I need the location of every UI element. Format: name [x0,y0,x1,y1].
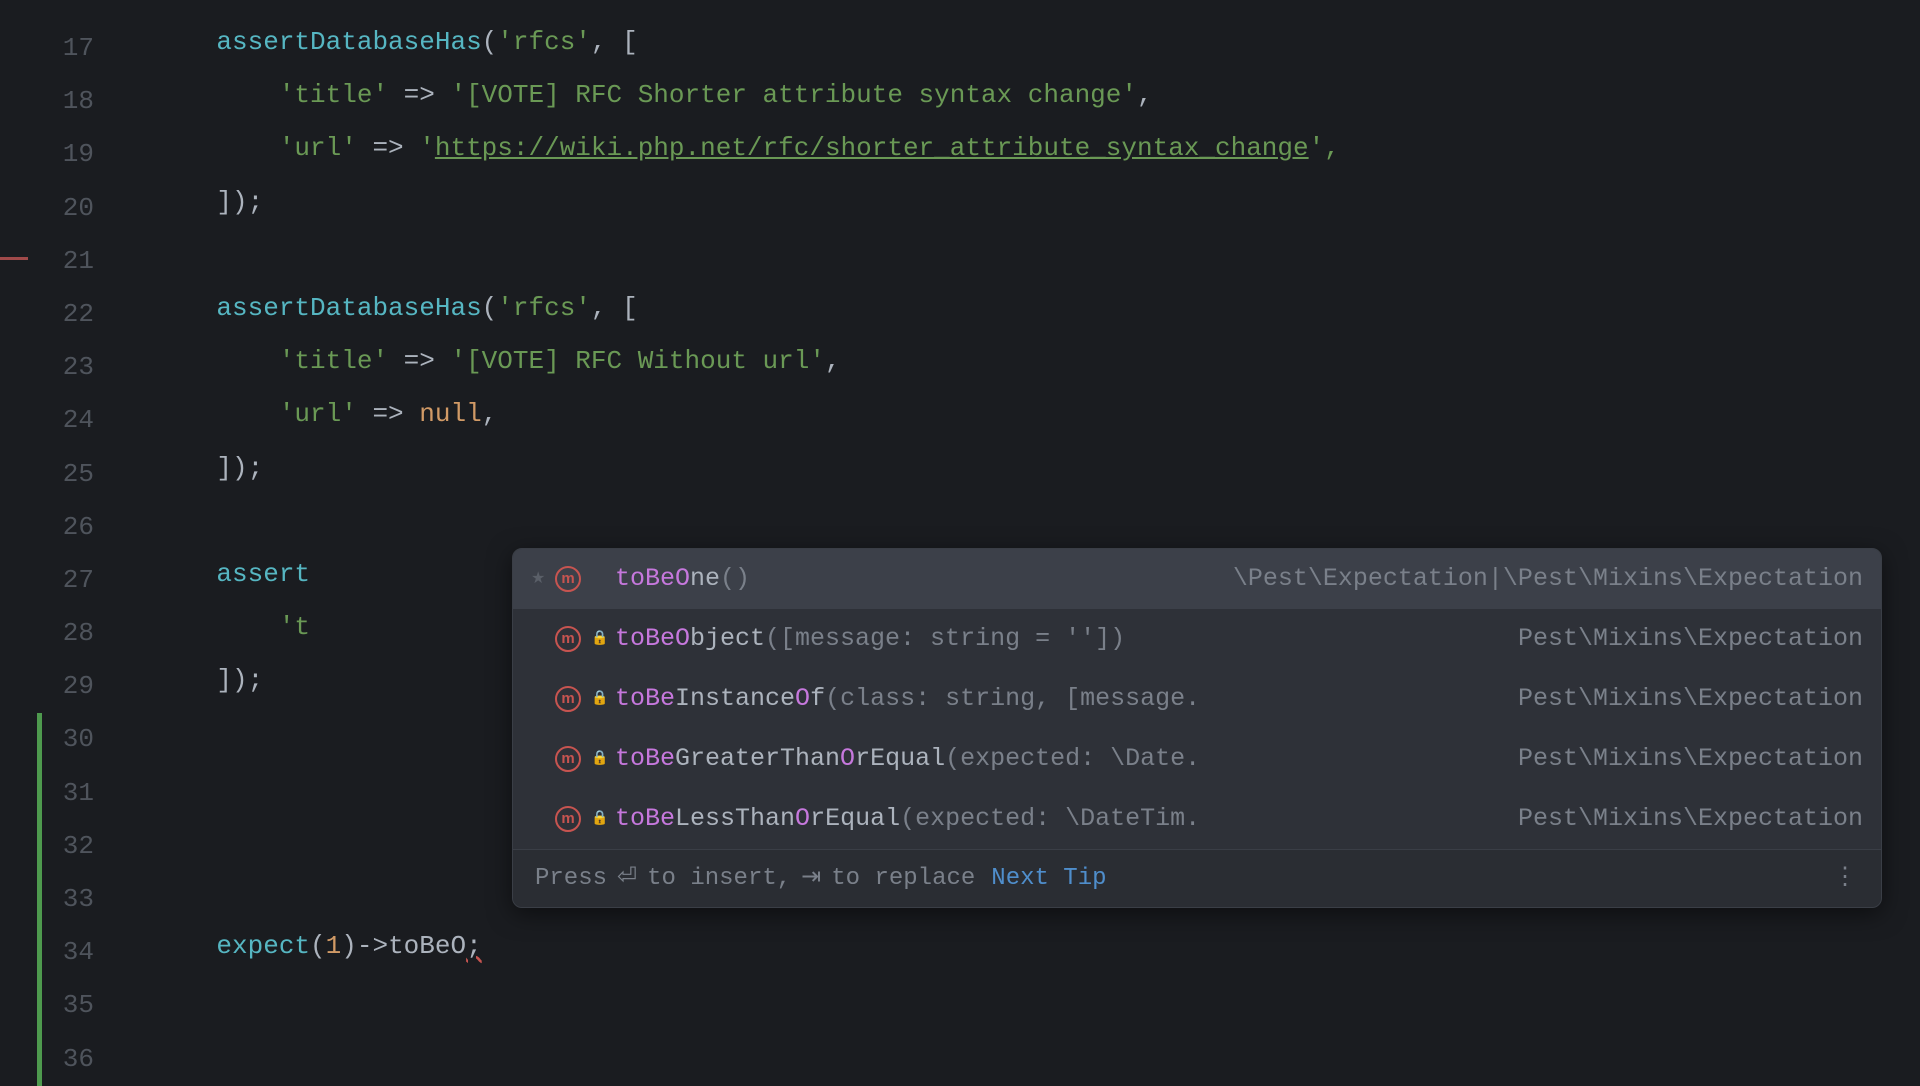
lock-icon: 🔒 [591,739,605,779]
autocomplete-popup: ★ m toBeOne() \Pest\Expectation|\Pest\Mixin… [512,548,1882,908]
code-line[interactable]: assertDatabaseHas('rfcs', [ [112,288,1920,341]
code-line[interactable]: ]); [112,448,1920,501]
line-number: 32 [42,820,94,873]
code-line[interactable]: 'title' => '[VOTE] RFC Without url', [112,341,1920,394]
line-number: 23 [42,341,94,394]
enter-key-icon: ⏎ [617,859,637,899]
autocomplete-item[interactable]: m 🔒toBeObject([message: string = '']) Pest… [513,609,1881,669]
completion-label: toBeGreaterThanOrEqual(expected: \Date. [615,739,1200,779]
autocomplete-item[interactable]: m 🔒toBeGreaterThanOrEqual(expected: \Date… [513,729,1881,789]
line-number: 34 [42,926,94,979]
line-number: 25 [42,448,94,501]
hint-text: Press [535,859,607,899]
line-number: 22 [42,288,94,341]
code-text-area[interactable]: assertDatabaseHas('rfcs', [ 'title' => '… [112,0,1920,1080]
line-number: 28 [42,607,94,660]
line-number: 26 [42,501,94,554]
hint-text: to replace [831,859,975,899]
tab-key-icon: ⇥ [801,859,821,899]
completion-origin: Pest\Mixins\Expectation [1518,619,1863,659]
completion-label: toBeInstanceOf(class: string, [message. [615,679,1200,719]
code-line[interactable]: ]); [112,182,1920,235]
method-icon: m [555,806,581,832]
autocomplete-footer: Press ⏎ to insert, ⇥ to replace Next Tip… [513,849,1881,907]
more-menu-icon[interactable]: ⋮ [1833,859,1859,899]
lock-icon: 🔒 [591,799,605,839]
completion-label: toBeOne() [615,559,750,599]
completion-label: toBeObject([message: string = '']) [615,619,1125,659]
code-line[interactable] [112,501,1920,554]
added-lines-marker[interactable] [37,713,42,1086]
completion-origin: Pest\Mixins\Expectation [1518,679,1863,719]
hint-text: to insert, [647,859,791,899]
method-icon: m [555,686,581,712]
code-line[interactable]: 'url' => 'https://wiki.php.net/rfc/short… [112,128,1920,181]
line-number: 19 [42,128,94,181]
line-number: 20 [42,182,94,235]
code-line[interactable]: assertDatabaseHas('rfcs', [ [112,22,1920,75]
autocomplete-item[interactable]: m 🔒toBeInstanceOf(class: string, [message… [513,669,1881,729]
code-line[interactable]: 'url' => null, [112,394,1920,447]
completion-origin: Pest\Mixins\Expectation [1518,739,1863,779]
line-number: 33 [42,873,94,926]
star-icon: ★ [531,559,545,599]
autocomplete-item[interactable]: m 🔒toBeLessThanOrEqual(expected: \DateTim… [513,789,1881,849]
line-number: 35 [42,979,94,1032]
lock-icon: 🔒 [591,619,605,659]
autocomplete-item[interactable]: ★ m toBeOne() \Pest\Expectation|\Pest\Mixin… [513,549,1881,609]
line-number: 30 [42,713,94,766]
lock-icon: 🔒 [591,679,605,719]
completion-origin: \Pest\Expectation|\Pest\Mixins\Expectati… [1233,559,1863,599]
line-number: 27 [42,554,94,607]
code-line[interactable]: 'title' => '[VOTE] RFC Shorter attribute… [112,75,1920,128]
line-number: 36 [42,1033,94,1086]
deleted-line-marker[interactable] [0,257,28,260]
line-number: 31 [42,767,94,820]
gutter-change-stripe [0,0,42,1080]
method-icon: m [555,746,581,772]
completion-label: toBeLessThanOrEqual(expected: \DateTim. [615,799,1200,839]
line-number: 24 [42,394,94,447]
code-line[interactable] [112,235,1920,288]
code-line[interactable]: expect(1)->toBeO; [112,926,1920,979]
method-icon: m [555,626,581,652]
next-tip-link[interactable]: Next Tip [991,859,1106,899]
completion-origin: Pest\Mixins\Expectation [1518,799,1863,839]
line-number: 21 [42,235,94,288]
code-line[interactable] [112,979,1920,1032]
line-number: 29 [42,660,94,713]
code-editor: 17 18 19 20 21 22 23 24 25 26 27 28 29 3… [0,0,1920,1080]
line-number: 17 [42,22,94,75]
line-number-gutter: 17 18 19 20 21 22 23 24 25 26 27 28 29 3… [42,0,112,1080]
method-icon: m [555,566,581,592]
code-line[interactable] [112,1033,1920,1086]
line-number: 18 [42,75,94,128]
